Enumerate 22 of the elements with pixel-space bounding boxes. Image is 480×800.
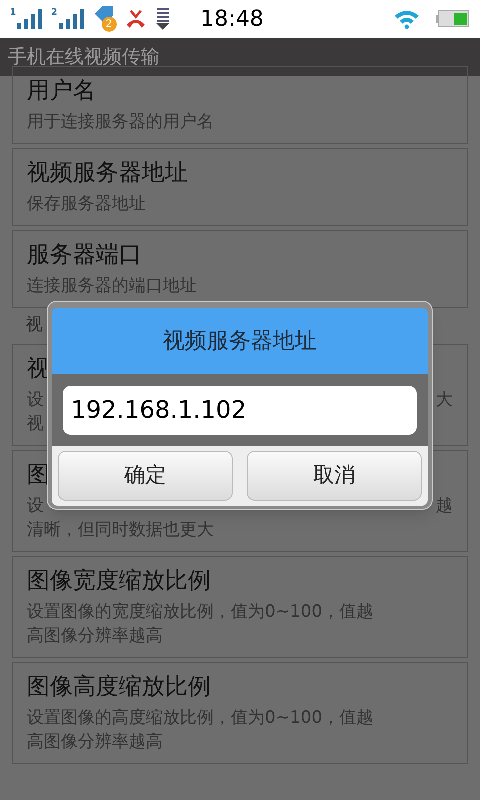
sim-number: 1 bbox=[10, 9, 16, 18]
setting-description: 设置图像的宽度缩放比例，值为0~100，值越高图像分辨率越高 bbox=[27, 601, 375, 648]
setting-description: 用于连接服务器的用户名 bbox=[27, 111, 214, 134]
section-header: 视 bbox=[26, 314, 43, 338]
setting-description: 连接服务器的端口地址 bbox=[27, 275, 197, 298]
setting-description: 设置图像的高度缩放比例，值为0~100，值越高图像分辨率越高 bbox=[27, 707, 375, 754]
setting-title: 服务器端口 bbox=[27, 241, 142, 270]
setting-description: 设 bbox=[27, 495, 44, 518]
setting-description: 大 bbox=[436, 389, 453, 412]
clock: 18:48 bbox=[200, 6, 264, 34]
setting-description: 视 bbox=[27, 413, 44, 436]
setting-description: 保存服务器地址 bbox=[27, 193, 146, 216]
setting-title: 图像宽度缩放比例 bbox=[27, 567, 211, 596]
setting-description: 设 bbox=[27, 389, 44, 412]
setting-description: 越 bbox=[436, 495, 453, 518]
setting-title: 用户名 bbox=[27, 77, 96, 106]
notification-badge: 2 bbox=[102, 17, 117, 32]
dialog-title: 视频服务器地址 bbox=[163, 328, 317, 356]
setting-title: 图像高度缩放比例 bbox=[27, 673, 211, 702]
sim-number: 2 bbox=[51, 9, 58, 18]
setting-title: 视频服务器地址 bbox=[27, 159, 188, 188]
setting-description: 清晰，但同时数据也更大 bbox=[27, 519, 214, 542]
